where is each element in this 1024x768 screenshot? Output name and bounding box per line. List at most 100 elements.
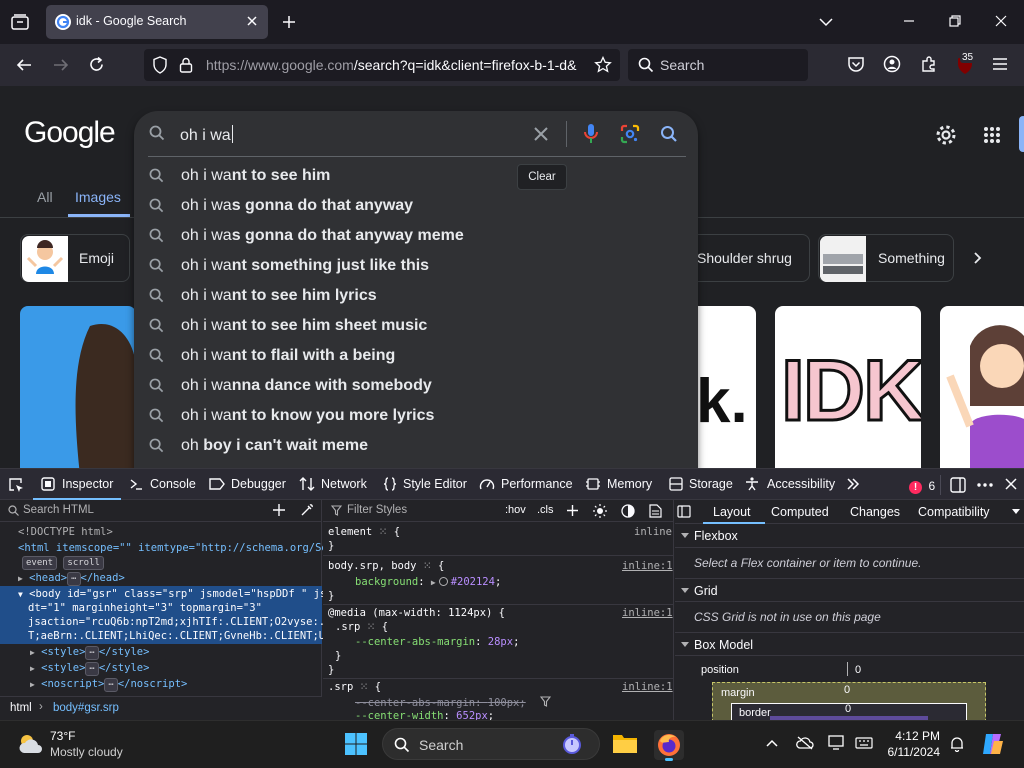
color-swatch-icon[interactable] (438, 577, 448, 586)
classes-toggle[interactable]: .cls (537, 504, 554, 516)
settings-gear-icon[interactable] (934, 123, 958, 147)
google-apps-grid-icon[interactable] (983, 126, 1001, 144)
rule-body-srp[interactable]: body.srp, body ⁙ { (328, 560, 444, 572)
selector-highlight-icon[interactable]: ⁙ (379, 526, 388, 538)
taskbar-search-box[interactable]: Search (382, 728, 600, 760)
rule-declaration-overridden[interactable]: --center-abs-margin: 100px; (355, 696, 552, 709)
close-devtools-icon[interactable] (1004, 477, 1018, 491)
image-result-1[interactable] (20, 306, 136, 468)
light-mode-sun-icon[interactable] (593, 504, 607, 518)
restore-window-icon[interactable] (948, 14, 962, 28)
address-bar[interactable]: https://www.google.com/search?q=idk&clie… (144, 49, 620, 81)
devtools-tab-debugger[interactable]: Debugger (208, 469, 290, 500)
rule-element[interactable]: element ⁙ { (328, 526, 400, 538)
sidebar-tab-computed[interactable]: Computed (771, 505, 829, 519)
devtools-tab-performance[interactable]: Performance (478, 469, 574, 500)
lock-icon[interactable] (179, 56, 193, 74)
suggestion-item[interactable]: oh i want to know you more lyrics (134, 401, 698, 431)
copilot-icon[interactable] (980, 731, 1006, 757)
ublock-extension-icon[interactable]: 35 (955, 52, 979, 76)
head-node[interactable]: ▶ <head> ⋯ </head> (18, 572, 125, 586)
search-html-input[interactable]: Search HTML (23, 504, 94, 516)
add-node-plus-icon[interactable] (272, 503, 286, 517)
forward-arrow-icon[interactable] (52, 57, 70, 73)
list-tabs-chevron-icon[interactable] (818, 15, 834, 29)
style-node-1[interactable]: ▶ <style> ⋯ </style> (30, 646, 149, 660)
selector-highlight-icon[interactable]: ⁙ (423, 560, 432, 572)
more-tools-chevrons-icon[interactable] (846, 477, 860, 491)
suggestion-item[interactable]: oh i want to see him sheet music (134, 311, 698, 341)
display-icon[interactable] (828, 735, 846, 751)
rule-source-link[interactable]: inline:1 (622, 560, 673, 572)
expand-triangle-icon[interactable]: ▶ (30, 664, 35, 673)
suggestion-item[interactable]: oh i want something just like this (134, 251, 698, 281)
devtools-tab-network[interactable]: Network (298, 469, 372, 500)
box-border-value[interactable]: 0 (845, 703, 851, 715)
print-media-icon[interactable] (649, 504, 662, 518)
eyedropper-icon[interactable] (300, 503, 314, 517)
show-hidden-icons-chevron-icon[interactable] (766, 738, 778, 748)
image-result-idk[interactable]: IDK (775, 306, 921, 468)
notification-bell-icon[interactable] (949, 736, 965, 752)
sidebar-tab-layout[interactable]: Layout (703, 500, 765, 524)
back-arrow-icon[interactable] (15, 57, 33, 73)
box-model-margin[interactable]: margin 0 border 0 (712, 682, 986, 724)
devtools-tab-memory[interactable]: Memory (584, 469, 656, 500)
rule-declaration[interactable]: background: ▶ #202124; (355, 576, 501, 588)
tracking-protection-shield-icon[interactable] (152, 56, 168, 74)
grid-section-header[interactable]: Grid (675, 578, 1024, 602)
noscript-node[interactable]: ▶ <noscript> ⋯ </noscript> (30, 678, 187, 692)
app-menu-hamburger-icon[interactable] (992, 57, 1008, 71)
weather-cloudy-icon[interactable] (16, 732, 44, 756)
suggestion-item[interactable]: oh boy i can't wait meme (134, 431, 698, 461)
sidebar-tab-changes[interactable]: Changes (850, 505, 900, 519)
rule-srp-media[interactable]: .srp ⁙ { (335, 621, 388, 633)
selector-highlight-icon[interactable]: ⁙ (367, 621, 376, 633)
box-margin-value[interactable]: 0 (844, 684, 850, 696)
image-result-shrug[interactable] (940, 306, 1024, 468)
toggle-sidebar-icon[interactable] (677, 505, 691, 518)
event-badge[interactable]: event (22, 556, 58, 570)
tab-overview-icon[interactable] (11, 14, 29, 30)
collapse-triangle-icon[interactable]: ▼ (18, 590, 23, 599)
box-position-value[interactable]: 0 (855, 664, 861, 676)
selector-highlight-icon[interactable]: ⁙ (360, 681, 369, 693)
rule-source-link[interactable]: inline:1 (622, 607, 673, 619)
flexbox-section-header[interactable]: Flexbox (675, 524, 1024, 548)
suggestion-item[interactable]: oh i was gonna do that anyway meme (134, 221, 698, 251)
dock-side-icon[interactable] (950, 477, 966, 493)
chip-something[interactable]: Something (818, 234, 954, 282)
suggestion-item[interactable]: oh i was gonna do that anyway (134, 191, 698, 221)
expand-triangle-icon[interactable]: ▶ (18, 574, 23, 583)
chips-next-chevron-icon[interactable] (970, 250, 984, 266)
breadcrumb-html[interactable]: html (10, 702, 32, 714)
account-icon[interactable] (883, 55, 901, 73)
hover-states-toggle[interactable]: :hov (505, 504, 526, 516)
tab-images[interactable]: Images (75, 189, 121, 205)
bookmark-star-icon[interactable] (594, 56, 612, 74)
suggestion-item[interactable]: oh i want to see him (134, 161, 698, 191)
tab-close-icon[interactable] (244, 13, 260, 29)
google-search-submit-icon[interactable] (660, 125, 678, 143)
html-open-tag[interactable]: <html itemscope="" itemtype="http://sche… (18, 542, 340, 554)
more-tabs-dropdown-icon[interactable] (1012, 509, 1020, 514)
style-node-2[interactable]: ▶ <style> ⋯ </style> (30, 662, 149, 676)
reload-icon[interactable] (88, 56, 105, 73)
box-model-section-header[interactable]: Box Model (675, 632, 1024, 656)
browser-tab-active[interactable]: idk - Google Search (46, 5, 268, 39)
suggestion-item[interactable]: oh i want to see him lyrics (134, 281, 698, 311)
filter-styles-input[interactable]: Filter Styles (347, 504, 407, 516)
pocket-icon[interactable] (847, 56, 865, 73)
devtools-tab-storage[interactable]: Storage (668, 469, 736, 500)
clock-time[interactable]: 4:12 PM (880, 729, 940, 743)
voice-search-mic-icon[interactable] (583, 123, 599, 145)
chip-emoji[interactable]: Emoji (20, 234, 130, 282)
devtools-options-ellipsis-icon[interactable] (976, 477, 994, 493)
rule-declaration[interactable]: --center-abs-margin: 28px; (355, 636, 519, 648)
new-tab-icon[interactable] (281, 14, 297, 30)
tab-all[interactable]: All (37, 189, 53, 205)
devtools-tab-style-editor[interactable]: Style Editor (382, 469, 470, 500)
extensions-puzzle-icon[interactable] (920, 55, 938, 73)
search-query-input[interactable]: oh i wa (180, 125, 233, 145)
browser-search-bar[interactable]: Search (628, 49, 808, 81)
